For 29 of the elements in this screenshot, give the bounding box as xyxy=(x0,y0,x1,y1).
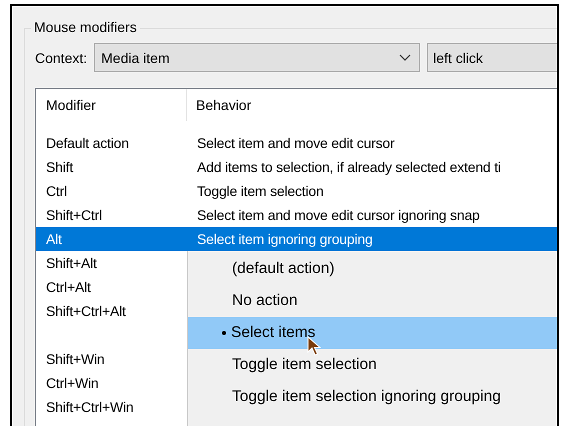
mouse-pointer-icon xyxy=(307,336,321,356)
column-header[interactable]: Modifier xyxy=(36,89,187,121)
modifier-cell-text: Ctrl+Win xyxy=(45,375,100,391)
list-row[interactable]: Shift Add items to selection, if already selected extend ti xyxy=(36,155,557,179)
context-dropdown[interactable]: Media item xyxy=(94,43,420,72)
behavior-cell-text: Add items to selection, if already selected extend ti xyxy=(196,159,501,175)
column-header[interactable]: Behavior xyxy=(187,89,557,121)
modifier-cell-text: Shift+Ctrl xyxy=(45,207,103,223)
action-field[interactable]: left click xyxy=(427,43,557,72)
menu-item[interactable]: Toggle item selection xyxy=(188,349,557,381)
behavior-cell-text: Select item and move edit cursor ignoring snap xyxy=(196,207,480,223)
behavior-cell-text: Select item and move edit cursor xyxy=(196,135,394,151)
list-row[interactable]: Default action Select item and move edit cursor xyxy=(36,131,557,155)
modifier-cell-text: Ctrl xyxy=(45,183,68,199)
list-row[interactable]: Shift+Ctrl Select item and move edit cursor ignoring snap xyxy=(36,203,557,227)
menu-item[interactable]: (default action) xyxy=(188,253,557,285)
behavior-cell-text: Toggle item selection xyxy=(196,183,324,199)
modifier-cell-text: Default action xyxy=(45,135,130,151)
modifier-cell-text: Shift xyxy=(45,159,74,175)
modifier-cell-text: Ctrl+Alt xyxy=(45,279,92,295)
list-row[interactable]: Alt Select item ignoring grouping xyxy=(36,227,557,251)
behavior-cell-text: Select item ignoring grouping xyxy=(196,231,373,247)
group-title: Mouse modifiers xyxy=(31,19,140,35)
chevron-down-icon xyxy=(399,54,412,61)
context-label: Context: xyxy=(35,50,88,66)
modifier-cell-text: Alt xyxy=(45,231,63,247)
menu-item[interactable]: Toggle item selection ignoring grouping xyxy=(188,381,557,413)
menu-item[interactable]: No action xyxy=(188,285,557,317)
list-row[interactable]: Ctrl Toggle item selection xyxy=(36,179,557,203)
